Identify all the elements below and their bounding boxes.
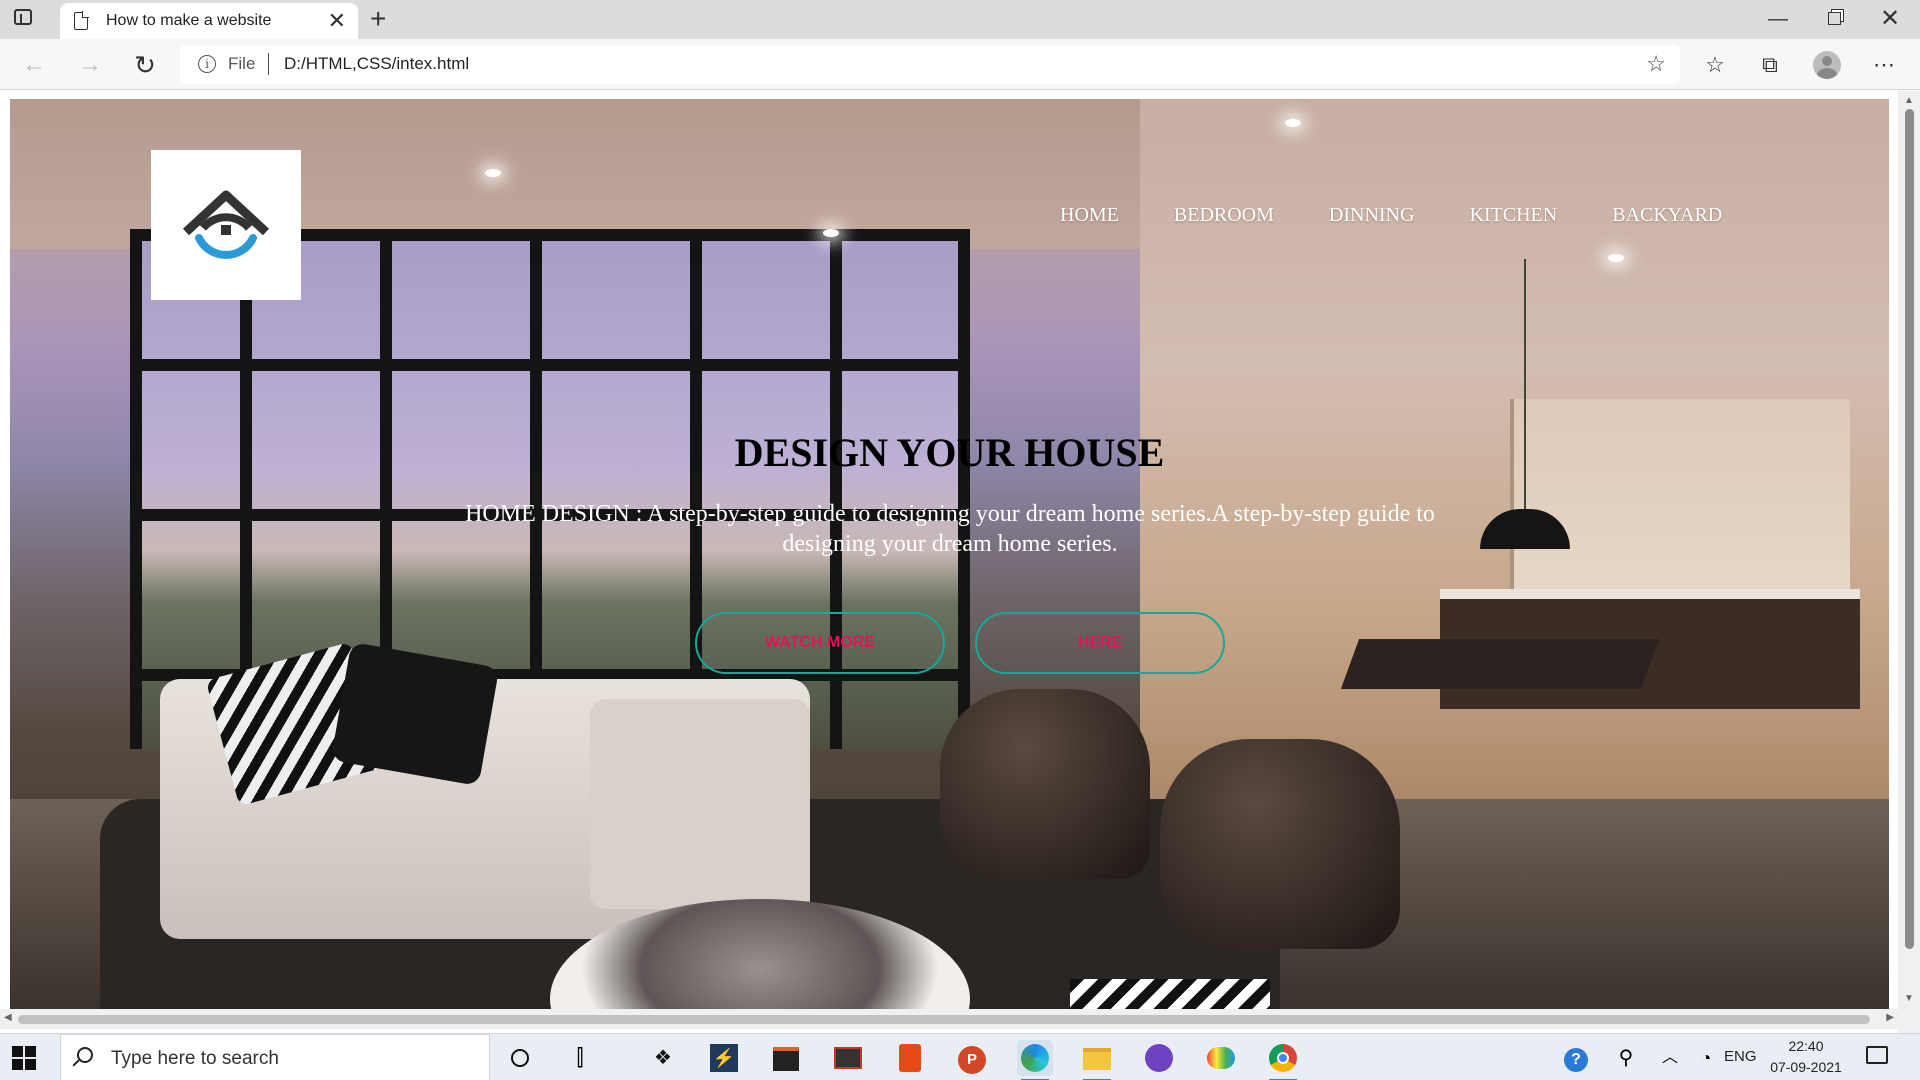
search-icon — [77, 1047, 93, 1063]
tab-close-button[interactable]: ✕ — [328, 9, 346, 33]
store-icon[interactable] — [768, 1040, 804, 1076]
vertical-scrollbar[interactable]: ▲ ▼ — [1898, 91, 1920, 1080]
paint-icon[interactable] — [1203, 1040, 1239, 1076]
browser-toolbar: ← → ↻ i File D:/HTML,CSS/intex.html ☆ ☆ … — [0, 39, 1920, 90]
url-separator — [268, 53, 269, 75]
avatar — [1813, 51, 1841, 79]
chrome-icon[interactable] — [1265, 1040, 1301, 1080]
more-menu-button[interactable]: ⋯ — [1866, 47, 1902, 83]
info-icon[interactable]: i — [198, 55, 216, 73]
nav-dinning[interactable]: DINNING — [1329, 204, 1415, 227]
tab-actions-icon — [14, 9, 32, 25]
visual-studio-icon[interactable]: ⚡ — [706, 1040, 742, 1076]
task-view-icon[interactable]: ⫿ — [562, 1040, 598, 1076]
hero-background: HOME BEDROOM DINNING KITCHEN BACKYARD DE… — [10, 99, 1889, 1009]
page-viewport: HOME BEDROOM DINNING KITCHEN BACKYARD DE… — [0, 91, 1920, 1080]
clock[interactable]: 22:40 07-09-2021 — [1768, 1036, 1844, 1078]
armchair — [940, 689, 1150, 879]
dropbox-icon[interactable]: ❖ — [645, 1040, 681, 1076]
watch-more-button[interactable]: WATCH MORE — [695, 612, 945, 674]
site-logo[interactable] — [151, 150, 301, 300]
scroll-up-icon[interactable]: ▲ — [1904, 95, 1914, 106]
nav-bedroom[interactable]: BEDROOM — [1174, 204, 1274, 227]
cortana-icon[interactable] — [502, 1040, 538, 1076]
file-explorer-icon[interactable] — [1079, 1040, 1115, 1080]
add-favorite-icon[interactable]: ☆ — [1646, 51, 1666, 77]
address-bar[interactable]: i File D:/HTML,CSS/intex.html ☆ — [180, 45, 1680, 84]
chevron-up-icon[interactable]: ︿ — [1652, 1040, 1688, 1076]
nav-backyard[interactable]: BACKYARD — [1612, 204, 1722, 227]
scroll-right-icon[interactable]: ▶ — [1886, 1012, 1894, 1023]
profile-button[interactable] — [1809, 47, 1845, 83]
url-scheme: File — [228, 54, 256, 73]
office-icon[interactable] — [892, 1040, 928, 1076]
site-nav: HOME BEDROOM DINNING KITCHEN BACKYARD — [1060, 204, 1777, 227]
dining-table — [1340, 639, 1660, 689]
armchair — [1160, 739, 1400, 949]
forward-button[interactable]: → — [72, 47, 108, 83]
minimize-button[interactable]: — — [1755, 4, 1801, 34]
url-text[interactable]: D:/HTML,CSS/intex.html — [284, 54, 469, 74]
help-icon[interactable]: ? — [1558, 1040, 1594, 1076]
favorites-button[interactable]: ☆ — [1697, 47, 1733, 83]
nav-kitchen[interactable]: KITCHEN — [1469, 204, 1557, 227]
taskbar-search[interactable]: Type here to search — [60, 1034, 490, 1080]
back-button[interactable]: ← — [16, 47, 52, 83]
horizontal-scrollbar[interactable]: ◀ ▶ — [0, 1009, 1898, 1029]
search-placeholder: Type here to search — [111, 1048, 279, 1069]
hero-subtext: HOME DESIGN : A step-by-step guide to de… — [465, 501, 1435, 557]
clock-time: 22:40 — [1788, 1038, 1824, 1054]
scroll-left-icon[interactable]: ◀ — [4, 1012, 12, 1023]
nav-home[interactable]: HOME — [1060, 204, 1119, 227]
wifi-icon[interactable]: ◔ — [1688, 1040, 1724, 1076]
browser-tab[interactable]: How to make a website ✕ — [60, 3, 358, 39]
restore-button[interactable] — [1811, 4, 1857, 34]
pillow-black — [330, 641, 500, 787]
powerpoint-icon[interactable]: P — [954, 1040, 990, 1076]
house-logo-icon — [182, 190, 270, 259]
tab-actions-button[interactable] — [14, 9, 36, 31]
scroll-thumb[interactable] — [1905, 109, 1914, 949]
reload-button[interactable]: ↻ — [127, 47, 163, 83]
window-close-button[interactable]: ✕ — [1867, 4, 1913, 34]
scroll-down-icon[interactable]: ▼ — [1904, 993, 1914, 1004]
photo-icon[interactable] — [830, 1040, 866, 1076]
language-indicator[interactable]: ENG — [1724, 1048, 1757, 1065]
browser-tab-strip: How to make a website ✕ + — ✕ — [0, 0, 1920, 39]
tab-title: How to make a website — [106, 12, 272, 29]
github-icon[interactable] — [1141, 1040, 1177, 1076]
hero-headline: DESIGN YOUR HOUSE — [734, 430, 1165, 475]
notifications-icon[interactable] — [1866, 1046, 1888, 1064]
here-button[interactable]: HERE — [975, 612, 1225, 674]
restore-icon — [1827, 12, 1841, 25]
collections-button[interactable]: ⧉ — [1752, 47, 1788, 83]
people-icon[interactable]: ⚲ — [1608, 1040, 1644, 1076]
taskbar: Type here to search ⫿ ❖ ⚡ P ? ⚲ ︿ ◔ ENG … — [0, 1033, 1920, 1080]
edge-icon[interactable] — [1017, 1040, 1053, 1080]
new-tab-button[interactable]: + — [370, 4, 386, 34]
start-button[interactable] — [12, 1046, 36, 1070]
page-icon — [74, 11, 89, 30]
clock-date: 07-09-2021 — [1770, 1059, 1842, 1075]
hscroll-thumb[interactable] — [18, 1015, 1870, 1024]
